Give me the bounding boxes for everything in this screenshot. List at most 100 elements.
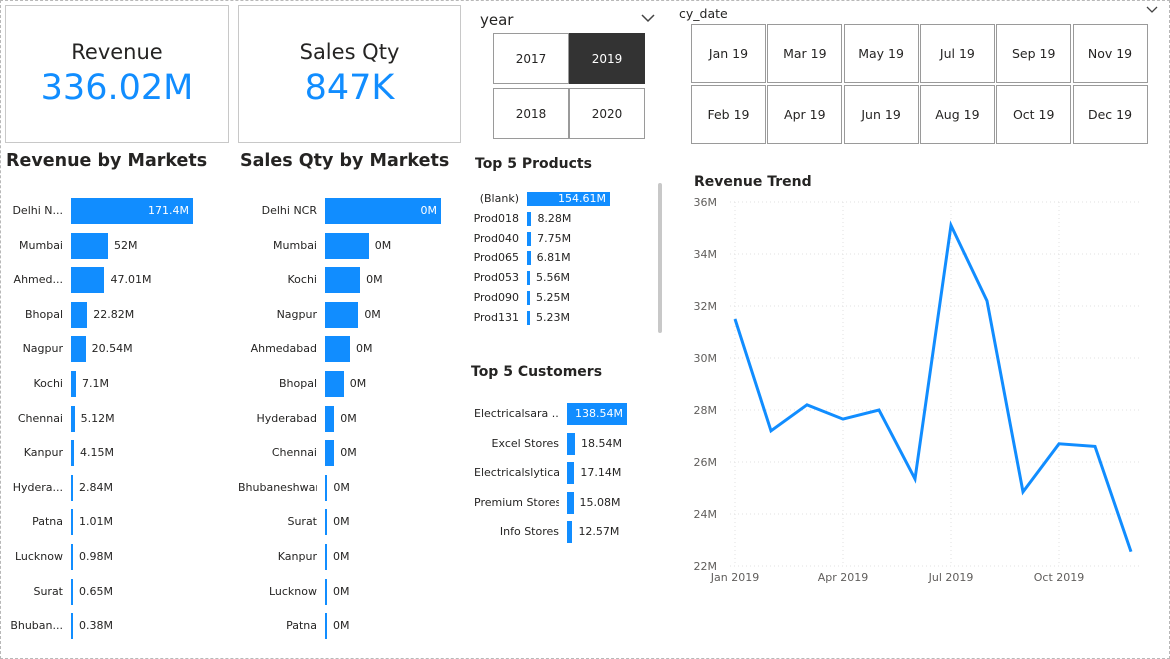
data-point[interactable] [877,408,881,412]
bar-value-label: 0M [333,480,350,494]
bar[interactable] [71,474,74,501]
bar-category-label: Chennai [271,446,317,460]
bar[interactable] [527,211,532,226]
bar-category-label: Kanpur [23,446,63,460]
bar[interactable] [71,405,75,432]
date-option-button[interactable]: Nov 19 [1072,24,1148,83]
bar[interactable] [325,578,327,605]
y-tick-label: 28M [694,404,718,417]
bar[interactable] [527,291,530,305]
bar-category-label: Prod131 [473,310,519,324]
bar-value-label: 17.14M [580,466,622,479]
bar-category-label: Nagpur [22,342,63,356]
revenue-card[interactable]: Revenue 336.02M [5,5,229,143]
bar[interactable] [325,336,350,363]
bar-category-label: Patna [286,619,317,633]
bar[interactable] [527,231,532,246]
bar[interactable] [567,491,574,514]
revenue-trend-chart: 22M24M26M28M30M32M34M36MJan 2019 Apr 2019… [694,196,1141,584]
products-scrollbar[interactable] [658,183,662,333]
date-option-button[interactable]: Jul 19 [919,24,995,83]
bar-value-label: 0M [333,515,350,529]
date-option-button[interactable]: Jun 19 [843,85,919,144]
bar[interactable] [325,371,344,397]
bar-category-label: Chennai [17,411,63,425]
bar[interactable] [71,267,105,294]
bar[interactable] [325,440,335,467]
year-option-button[interactable]: 2017 [493,33,569,84]
bar-value-label: 5.56M [536,271,570,285]
bar[interactable] [325,301,359,328]
date-option-button[interactable]: Sep 19 [996,24,1072,83]
date-option-button[interactable]: Apr 19 [767,85,843,144]
year-option-button[interactable]: 2020 [569,88,645,139]
bar[interactable] [325,405,335,432]
bar-category-label: Kochi [287,273,317,287]
data-point[interactable] [1021,490,1025,494]
bar-value-label: 8.28M [537,211,572,225]
data-point[interactable] [1093,444,1097,448]
chevron-down-icon[interactable] [1146,5,1158,14]
revenue-by-markets-title: Revenue by Markets [6,151,208,171]
bar-value-label: 47.01M [110,273,152,287]
data-point[interactable] [985,299,989,303]
sales-qty-card[interactable]: Sales Qty 847K [238,5,461,143]
bar[interactable] [71,544,73,570]
bar[interactable] [527,310,530,325]
data-point[interactable] [733,317,737,321]
y-tick-label: 36M [694,196,718,209]
date-option-button[interactable]: Aug 19 [919,85,995,144]
bar[interactable] [567,432,576,455]
data-point[interactable] [841,417,845,421]
data-point[interactable] [949,223,953,227]
bar[interactable] [325,474,328,501]
bar-value-label: 1.01M [79,515,113,529]
bar-category-label: Nagpur [276,307,317,321]
revenue-trend-line[interactable] [733,220,1133,553]
date-option-button[interactable]: Dec 19 [1072,85,1148,144]
y-tick-label: 32M [694,300,718,313]
date-option-button[interactable]: Mar 19 [767,24,843,83]
bar-value-label: 0M [355,342,373,356]
bar[interactable] [567,521,573,543]
data-point[interactable] [805,403,809,407]
bar-category-label: Prod053 [473,271,519,285]
year-option-button[interactable]: 2018 [493,88,569,139]
bar[interactable] [325,509,328,536]
bar-category-label: Electricalsara ... [474,407,559,420]
data-point[interactable] [1057,442,1061,446]
bar-value-label: 0M [333,619,350,633]
bar[interactable] [325,267,361,294]
data-point[interactable] [769,429,773,433]
bar[interactable] [71,232,108,259]
bar[interactable] [71,509,73,536]
bar[interactable] [71,336,86,363]
bar[interactable] [71,371,77,397]
date-option-button[interactable]: May 19 [843,24,919,83]
bar-category-label: Prod090 [473,291,519,304]
y-tick-label: 24M [694,508,718,521]
bar[interactable] [71,440,74,467]
year-option-button[interactable]: 2019 [569,33,645,84]
bar[interactable] [325,232,369,259]
date-option-button[interactable]: Oct 19 [996,85,1072,144]
data-point[interactable] [1129,550,1133,554]
bar[interactable] [567,462,575,484]
date-option-button[interactable]: Feb 19 [691,85,766,144]
bar[interactable] [325,544,327,570]
bar[interactable] [71,613,73,640]
bar-value-label: 52M [114,238,138,252]
bar[interactable] [527,251,531,266]
bar[interactable] [527,271,530,286]
bar-value-label: 0M [333,584,350,598]
date-option-button[interactable]: Jan 19 [691,24,766,83]
y-tick-label: 26M [694,456,718,469]
bar[interactable] [325,613,327,640]
data-point[interactable] [913,477,917,481]
bar[interactable] [71,578,73,605]
bar[interactable] [71,301,88,328]
bar-category-label: Prod065 [473,251,519,265]
chevron-down-icon[interactable] [640,12,656,24]
bar-value-label: 4.15M [79,446,114,460]
bar-category-label: Bhubaneshwar [238,480,317,494]
